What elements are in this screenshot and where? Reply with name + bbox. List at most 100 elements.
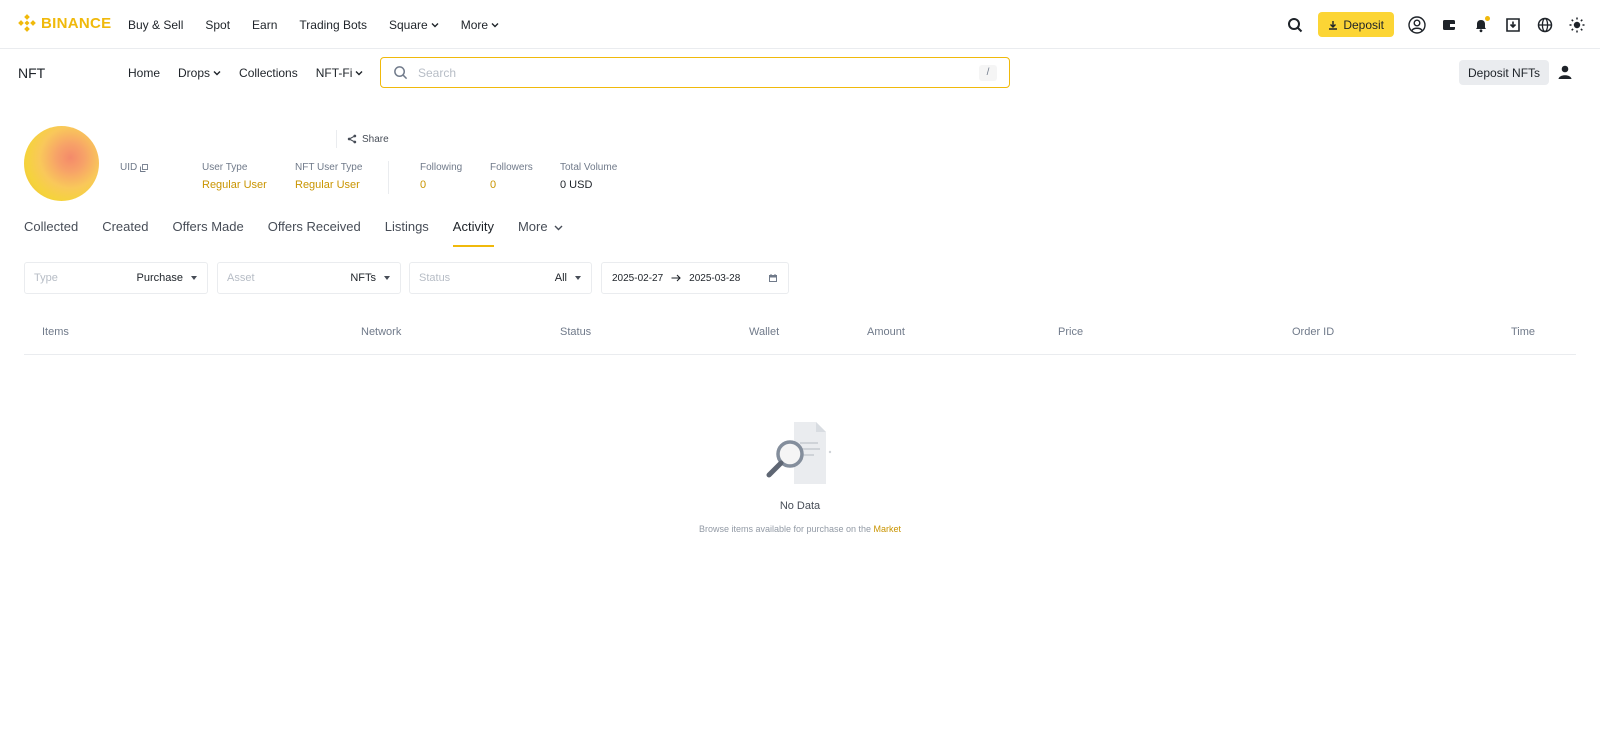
- profile-tabs: Collected Created Offers Made Offers Rec…: [24, 219, 563, 249]
- nav-trading-bots[interactable]: Trading Bots: [299, 18, 367, 32]
- notification-dot: [1485, 15, 1490, 21]
- chevron-down-icon: [491, 22, 499, 27]
- deposit-label: Deposit: [1343, 17, 1384, 32]
- nft-nav-nft-fi-label: NFT-Fi: [315, 66, 353, 80]
- type-filter[interactable]: Type Purchase: [24, 262, 208, 294]
- type-filter-value: Purchase: [136, 272, 183, 284]
- chevron-down-icon: [431, 22, 439, 27]
- date-range-picker[interactable]: 2025-02-27 2025-03-28: [601, 262, 789, 294]
- status-filter-value: All: [554, 272, 567, 284]
- date-to[interactable]: 2025-03-28: [689, 273, 740, 284]
- download-app-icon[interactable]: [1504, 16, 1522, 34]
- total-volume-label: Total Volume: [560, 162, 618, 173]
- nft-search-box[interactable]: /: [380, 57, 1010, 88]
- column-network: Network: [361, 326, 402, 338]
- search-icon[interactable]: [1286, 16, 1304, 34]
- column-amount: Amount: [867, 326, 905, 338]
- nft-nav-drops[interactable]: Drops: [178, 66, 221, 80]
- followers-count[interactable]: 0: [490, 179, 496, 191]
- nft-nav-drops-label: Drops: [178, 66, 211, 80]
- avatar: [24, 126, 99, 201]
- nft-nav-nft-fi[interactable]: NFT-Fi: [316, 66, 364, 80]
- chevron-down-icon: [355, 71, 363, 76]
- asset-filter-value: NFTs: [350, 272, 376, 284]
- empty-hint-text: Browse items available for purchase on t…: [698, 524, 872, 534]
- theme-sun-icon[interactable]: [1568, 16, 1586, 34]
- column-items: Items: [42, 326, 69, 338]
- binance-diamond-icon: [18, 14, 36, 32]
- wallet-icon[interactable]: [1440, 16, 1458, 34]
- nft-section-title[interactable]: NFT: [18, 65, 45, 81]
- top-navigation: BINANCE Buy & Sell Spot Earn Trading Bot…: [0, 0, 1600, 49]
- market-link[interactable]: Market: [874, 524, 902, 534]
- nft-user-type-label: NFT User Type: [295, 162, 363, 173]
- account-icon[interactable]: [1408, 15, 1426, 34]
- copy-icon[interactable]: [140, 163, 149, 172]
- nav-square-label: Square: [389, 17, 428, 32]
- user-profile-icon[interactable]: [1557, 64, 1573, 83]
- asset-filter[interactable]: Asset NFTs: [217, 262, 401, 294]
- chevron-down-icon: [554, 225, 563, 231]
- caret-down-icon: [575, 276, 581, 280]
- empty-state-title: No Data: [779, 500, 821, 512]
- column-status: Status: [560, 326, 592, 338]
- nft-navigation: NFT Home Drops Collections NFT-Fi / Depo…: [0, 49, 1600, 97]
- brand-name: BINANCE: [41, 14, 112, 32]
- share-icon: [347, 134, 357, 144]
- tab-collected[interactable]: Collected: [24, 219, 78, 249]
- chevron-down-icon: [213, 71, 221, 76]
- type-filter-placeholder: Type: [34, 272, 58, 284]
- column-time: Time: [1511, 326, 1536, 338]
- binance-logo[interactable]: BINANCE: [18, 14, 111, 32]
- asset-filter-placeholder: Asset: [227, 272, 255, 284]
- following-count[interactable]: 0: [420, 179, 426, 191]
- total-volume-value: 0 USD: [560, 179, 593, 191]
- column-wallet: Wallet: [749, 326, 780, 338]
- empty-state-hint: Browse items available for purchase on t…: [0, 524, 1600, 534]
- arrow-right-icon: [671, 274, 681, 282]
- globe-icon[interactable]: [1536, 16, 1554, 34]
- deposit-nfts-button[interactable]: Deposit NFTs: [1459, 60, 1550, 85]
- download-icon: [1329, 20, 1338, 30]
- column-order-id: Order ID: [1292, 326, 1335, 338]
- nav-spot[interactable]: Spot: [205, 18, 230, 32]
- tab-more[interactable]: More: [518, 219, 563, 249]
- date-from[interactable]: 2025-02-27: [612, 273, 663, 284]
- column-price: Price: [1058, 326, 1084, 338]
- following-label: Following: [420, 162, 463, 173]
- share-button[interactable]: Share: [336, 130, 389, 148]
- user-type-label: User Type: [202, 162, 248, 173]
- search-icon: [394, 66, 408, 80]
- no-data-magnifier-icon: [766, 422, 832, 484]
- nav-square[interactable]: Square: [389, 18, 439, 32]
- calendar-icon[interactable]: [768, 273, 778, 283]
- followers-label: Followers: [490, 162, 533, 173]
- tab-offers-made[interactable]: Offers Made: [172, 219, 243, 249]
- nav-buy-sell[interactable]: Buy & Sell: [128, 18, 183, 32]
- tab-activity[interactable]: Activity: [452, 219, 495, 249]
- tab-created[interactable]: Created: [102, 219, 148, 249]
- uid-label: UID: [120, 162, 138, 173]
- nav-earn[interactable]: Earn: [252, 18, 277, 32]
- nav-more[interactable]: More: [461, 18, 499, 32]
- bell-icon[interactable]: [1472, 15, 1490, 34]
- status-filter-placeholder: Status: [419, 272, 451, 284]
- activity-table-header: Items Network Status Wallet Amount Price…: [24, 316, 1576, 355]
- user-type-value: Regular User: [202, 179, 267, 191]
- stats-divider: [388, 161, 389, 194]
- nft-nav-collections[interactable]: Collections: [239, 66, 298, 80]
- caret-down-icon: [384, 276, 390, 280]
- caret-down-icon: [191, 276, 197, 280]
- share-label: Share: [362, 133, 389, 145]
- deposit-button[interactable]: Deposit: [1318, 12, 1394, 37]
- nft-user-type-value: Regular User: [295, 179, 360, 191]
- tab-offers-received[interactable]: Offers Received: [268, 219, 361, 249]
- search-shortcut-key: /: [979, 64, 997, 81]
- nav-more-label: More: [460, 17, 489, 32]
- uid-field: UID: [120, 162, 149, 173]
- tab-more-label: More: [517, 219, 548, 234]
- nft-nav-home[interactable]: Home: [128, 66, 160, 80]
- search-input[interactable]: [418, 65, 979, 80]
- status-filter[interactable]: Status All: [409, 262, 592, 294]
- tab-listings[interactable]: Listings: [385, 219, 429, 249]
